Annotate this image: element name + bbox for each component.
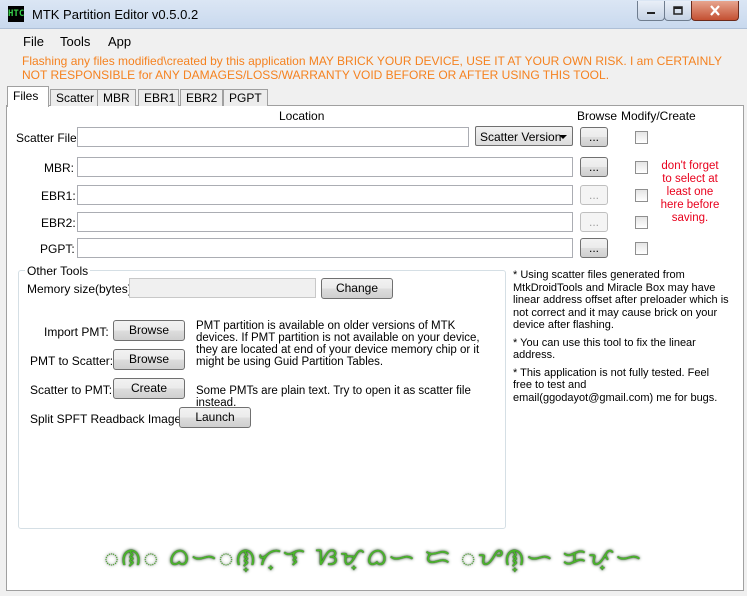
split-spft-label: Split SPFT Readback Image: bbox=[30, 412, 185, 426]
ebr1-input[interactable] bbox=[77, 185, 573, 205]
modify-header: Modify/Create bbox=[621, 109, 696, 123]
tab-scatter[interactable]: Scatter bbox=[50, 89, 98, 106]
baybayin-banner: ᜀᜈᜀ ᜊᜑᜀᜈ᜔ᜆ᜔ᜎ ᜐᜋ᜔ᜊᜑ ᜇ ᜀᜌᜈ᜔ᜑ ᜃᜉ᜔ᜑ bbox=[103, 544, 644, 571]
browse-header: Browse bbox=[577, 109, 618, 123]
tab-pgpt[interactable]: PGPT bbox=[223, 89, 268, 106]
tab-mbr[interactable]: MBR bbox=[97, 89, 136, 106]
minimize-icon bbox=[647, 11, 655, 14]
scatter-modify-checkbox[interactable] bbox=[635, 131, 648, 144]
change-button[interactable]: Change bbox=[321, 278, 393, 299]
import-pmt-label: Import PMT: bbox=[44, 325, 109, 339]
ebr1-browse-button[interactable]: ... bbox=[580, 185, 608, 205]
scatter-version-value: Scatter Version bbox=[480, 130, 562, 144]
ebr2-input[interactable] bbox=[77, 212, 573, 232]
app-icon: HTC bbox=[8, 6, 24, 22]
pmt-to-scatter-browse-button[interactable]: Browse bbox=[113, 349, 185, 370]
maximize-button[interactable] bbox=[664, 1, 692, 21]
scatter-browse-button[interactable]: ... bbox=[580, 127, 608, 147]
mbr-label: MBR: bbox=[44, 161, 74, 175]
pgpt-label: PGPT: bbox=[40, 242, 75, 256]
scatter-to-pmt-create-button[interactable]: Create bbox=[113, 378, 185, 399]
maximize-icon bbox=[673, 6, 683, 15]
mbr-browse-button[interactable]: ... bbox=[580, 157, 608, 177]
memory-size-input[interactable] bbox=[129, 278, 316, 298]
info-note-2: * You can use this tool to fix the linea… bbox=[513, 336, 696, 362]
modify-reminder-note: don't forget to select at least one here… bbox=[660, 160, 720, 224]
close-icon bbox=[710, 5, 720, 16]
import-pmt-browse-button[interactable]: Browse bbox=[113, 320, 185, 341]
ebr2-modify-checkbox[interactable] bbox=[635, 216, 648, 229]
ebr2-browse-button[interactable]: ... bbox=[580, 212, 608, 232]
location-header: Location bbox=[279, 109, 325, 123]
menu-app[interactable]: App bbox=[108, 34, 131, 49]
tab-files[interactable]: Files bbox=[7, 86, 49, 107]
mbr-input[interactable] bbox=[77, 157, 573, 177]
ebr2-label: EBR2: bbox=[41, 216, 76, 230]
memory-size-label: Memory size(bytes): bbox=[27, 282, 136, 296]
menu-tools[interactable]: Tools bbox=[60, 34, 90, 49]
ebr1-label: EBR1: bbox=[41, 189, 76, 203]
scatter-to-pmt-label: Scatter to PMT: bbox=[30, 383, 113, 397]
mbr-modify-checkbox[interactable] bbox=[635, 161, 648, 174]
close-button[interactable] bbox=[691, 1, 739, 21]
import-pmt-description: PMT partition is available on older vers… bbox=[196, 320, 480, 368]
warning-text: Flashing any files modified\created by t… bbox=[22, 54, 722, 82]
pgpt-modify-checkbox[interactable] bbox=[635, 242, 648, 255]
menu-file[interactable]: File bbox=[23, 34, 44, 49]
tab-ebr1[interactable]: EBR1 bbox=[138, 89, 179, 106]
scatter-file-label: Scatter File: bbox=[16, 131, 81, 145]
other-tools-title: Other Tools bbox=[25, 264, 91, 278]
scatter-version-select[interactable]: Scatter Version bbox=[475, 126, 573, 146]
ebr1-modify-checkbox[interactable] bbox=[635, 189, 648, 202]
chevron-down-icon bbox=[559, 135, 567, 139]
window-title: MTK Partition Editor v0.5.0.2 bbox=[32, 7, 199, 22]
pmt-to-scatter-label: PMT to Scatter: bbox=[30, 354, 114, 368]
scatter-file-input[interactable] bbox=[77, 127, 469, 147]
info-note-1: * Using scatter files generated from Mtk… bbox=[513, 269, 729, 331]
pgpt-browse-button[interactable]: ... bbox=[580, 238, 608, 258]
info-note-3: * This application is not fully tested. … bbox=[513, 366, 718, 404]
title-bar: HTC MTK Partition Editor v0.5.0.2 bbox=[0, 0, 747, 29]
info-notes: * Using scatter files generated from Mtk… bbox=[513, 269, 729, 409]
pgpt-input[interactable] bbox=[77, 238, 573, 258]
tab-ebr2[interactable]: EBR2 bbox=[180, 89, 223, 106]
scatter-to-pmt-description: Some PMTs are plain text. Try to open it… bbox=[196, 385, 471, 409]
split-spft-launch-button[interactable]: Launch bbox=[179, 407, 251, 428]
minimize-button[interactable] bbox=[637, 1, 665, 21]
